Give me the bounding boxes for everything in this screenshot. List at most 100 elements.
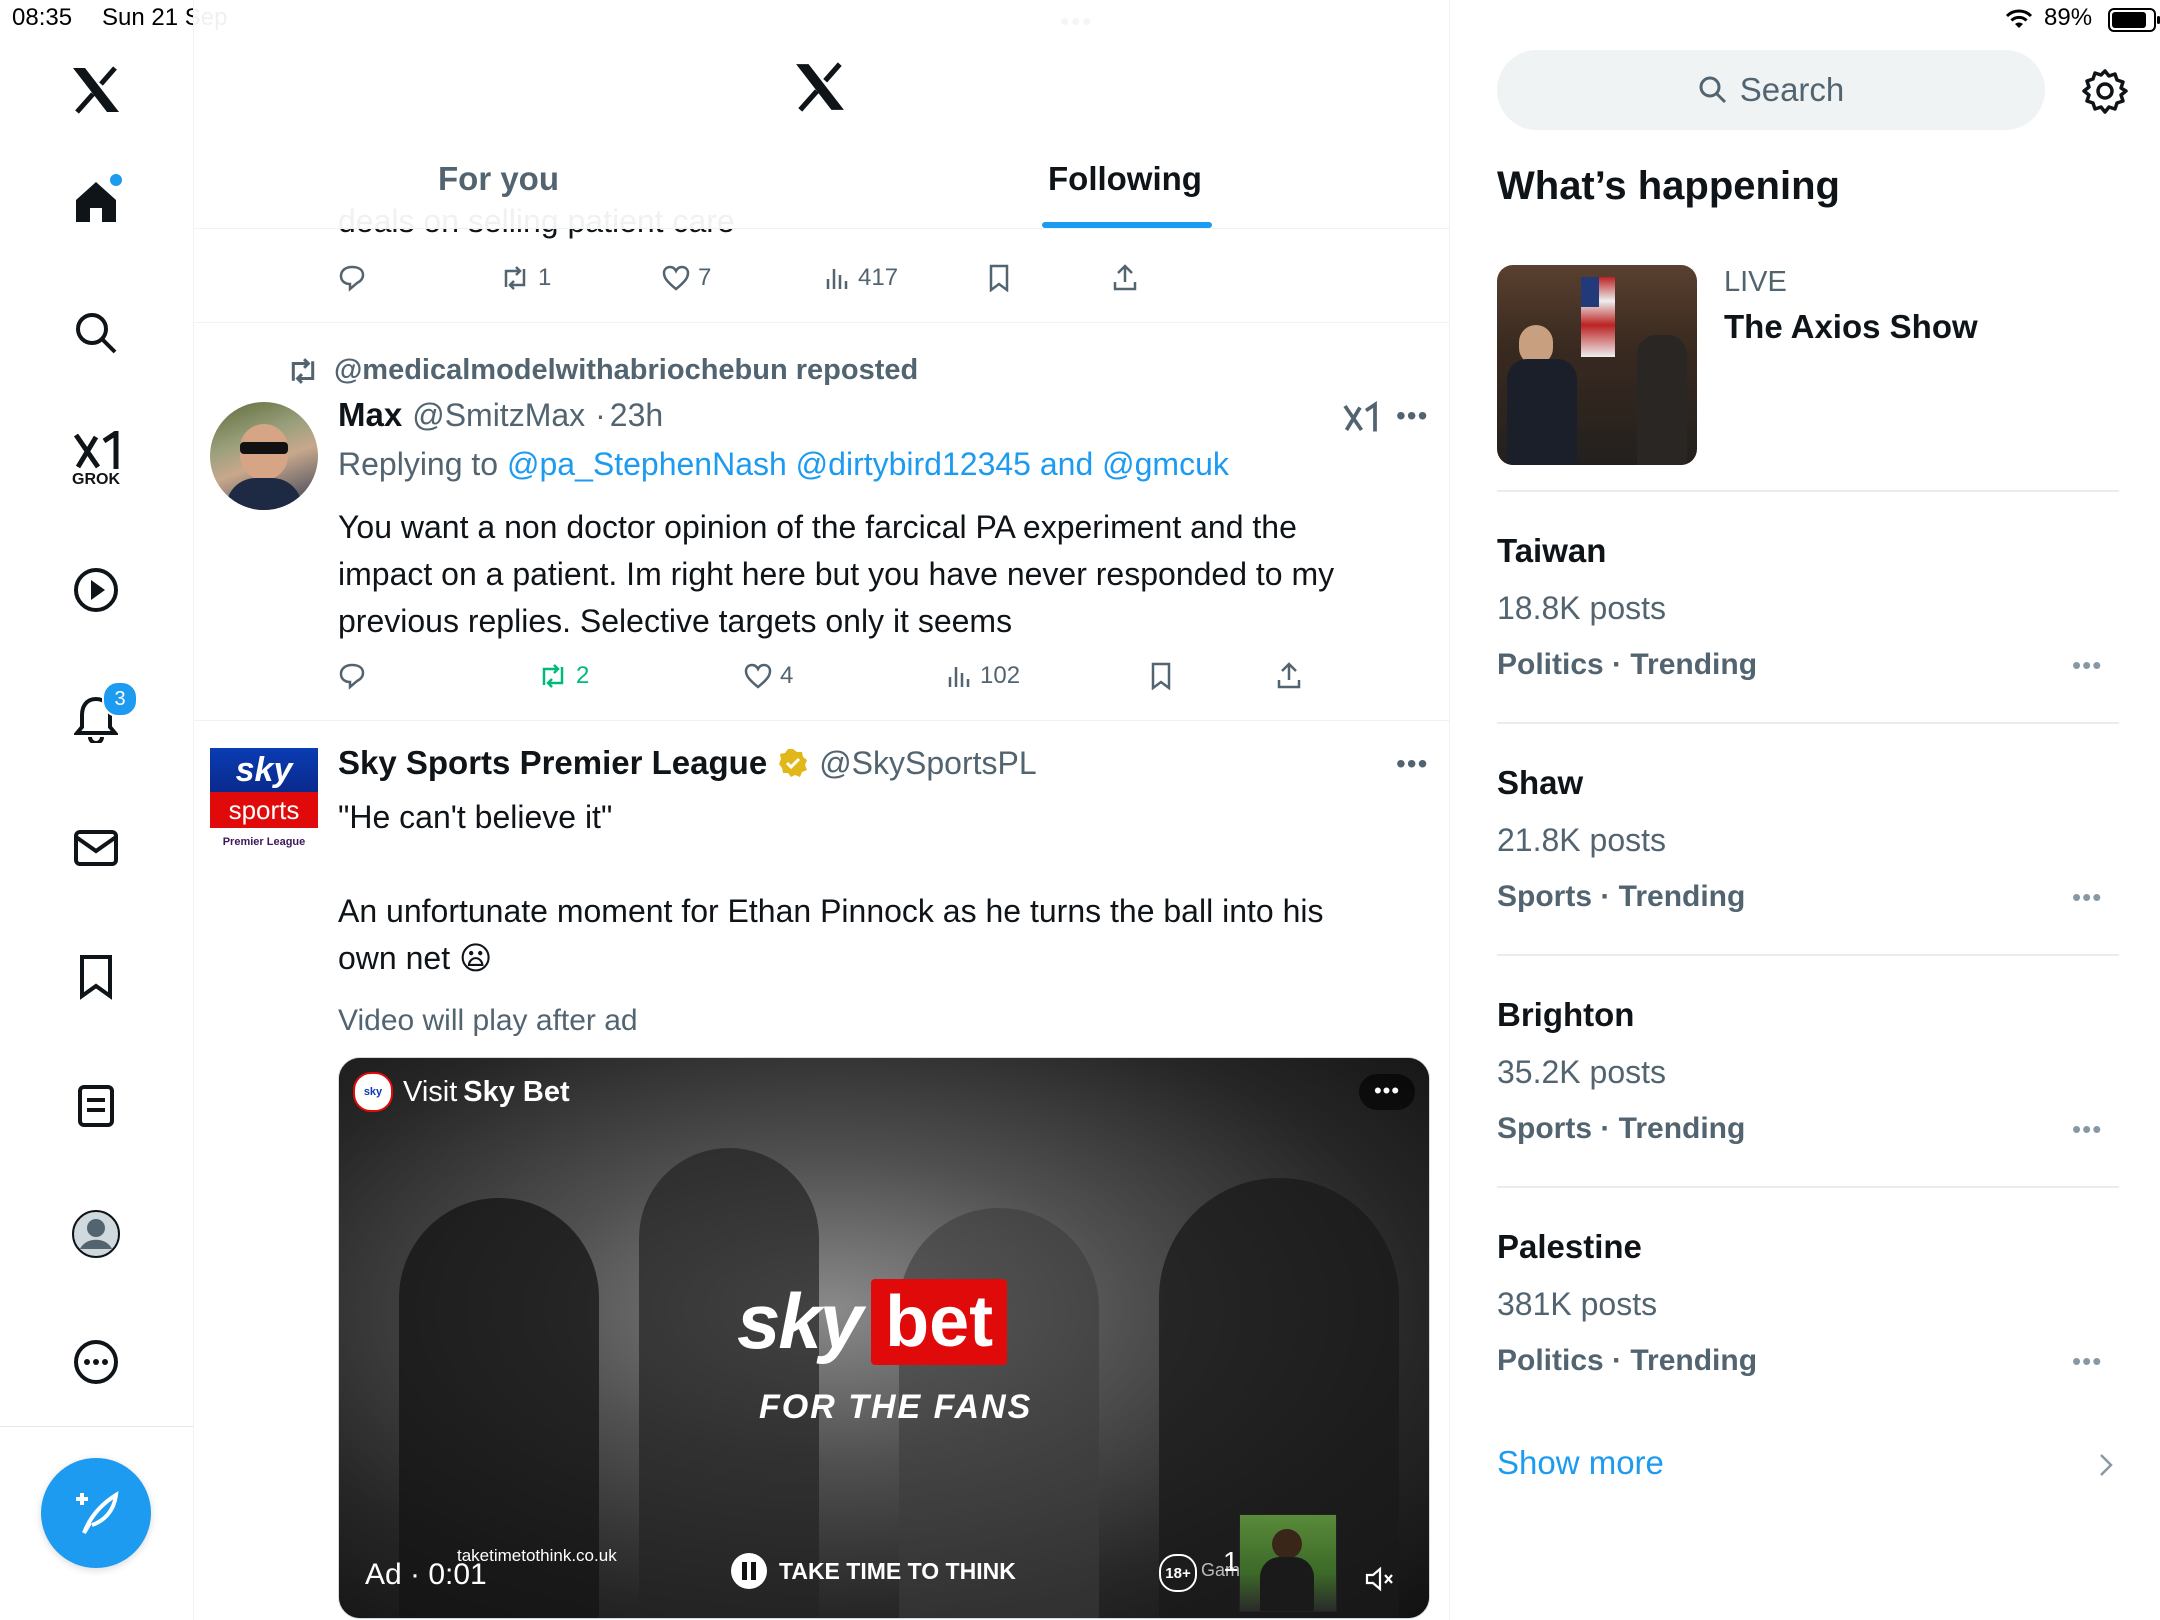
tweet-time[interactable]: 23h (610, 397, 663, 434)
bell-icon[interactable]: 3 (60, 681, 138, 755)
visit-sky-bet-link[interactable]: sky Visit Sky Bet (353, 1072, 570, 1112)
trend-category: Politics · Trending (1497, 1344, 1758, 1377)
compose-button[interactable] (41, 1458, 151, 1568)
take-time-text: TAKE TIME TO THINK (779, 1557, 1016, 1584)
more-options-icon[interactable]: ••• (1396, 748, 1428, 780)
views-count: 417 (858, 264, 899, 291)
views-count: 102 (980, 662, 1021, 689)
like-button[interactable]: 4 (744, 662, 793, 690)
grok-icon[interactable]: GROK (60, 424, 132, 496)
repost-count: 1 (538, 264, 552, 291)
repost-button[interactable]: 1 (500, 264, 551, 292)
mail-icon[interactable] (60, 812, 132, 884)
trend-more-icon[interactable]: ••• (2072, 882, 2102, 913)
partial-tweet-actions: 1 7 417 (194, 264, 1449, 304)
tweet2-header: Sky Sports Premier League @SkySportsPL (338, 744, 1037, 782)
grok-label: GROK (72, 471, 120, 488)
repost-button[interactable]: 2 (538, 662, 589, 690)
battery-icon (2108, 8, 2160, 32)
search-input[interactable]: Search (1497, 50, 2045, 130)
notification-badge: 3 (102, 681, 138, 717)
tweet-text-line: You want a non doctor opinion of the far… (338, 509, 1297, 545)
trend-category: Sports · Trending (1497, 1112, 1746, 1145)
trend-divider (1497, 722, 2119, 724)
more-icon[interactable] (60, 1326, 132, 1398)
tweet1-header: Max @SmitzMax · 23h (338, 396, 663, 434)
pause-control[interactable]: TAKE TIME TO THINK (729, 1551, 1016, 1591)
video-player[interactable]: sky Visit Sky Bet ••• sky bet FOR THE FA… (338, 1057, 1430, 1619)
tweet-text-span: own net (338, 940, 451, 976)
trend-category: Politics · Trending (1497, 648, 1758, 681)
replying-handles[interactable]: @pa_StephenNash @dirtybird12345 and @gmc… (507, 446, 1229, 482)
author-handle[interactable]: @SmitzMax (412, 397, 585, 434)
trend-more-icon[interactable]: ••• (2072, 1346, 2102, 1377)
avatar[interactable]: sky sports Premier League (210, 748, 318, 856)
bookmark-icon[interactable] (60, 941, 132, 1013)
reply-icon (339, 265, 365, 292)
heart-icon (744, 663, 772, 689)
views-button[interactable]: 102 (946, 662, 1020, 690)
wifi-icon (2005, 9, 2033, 28)
tweet-text-line: "He can't believe it" (338, 799, 613, 835)
trend-title[interactable]: Shaw (1497, 764, 1583, 802)
verified-badge-icon (779, 749, 808, 777)
views-button[interactable]: 417 (824, 264, 898, 292)
replying-to: Replying to @pa_StephenNash @dirtybird12… (338, 446, 1229, 483)
x-header-logo-icon[interactable] (794, 62, 846, 117)
repost-icon (291, 357, 315, 384)
show-more-link[interactable]: Show more (1497, 1444, 1664, 1482)
share-button[interactable] (1112, 264, 1138, 292)
home-icon[interactable] (60, 166, 132, 238)
bookmark-icon (989, 264, 1009, 292)
pause-icon (731, 1553, 767, 1589)
timeline: deals on selling patient care 1 7 417 @m… (194, 0, 1450, 1620)
trend-count: 18.8K posts (1497, 590, 1666, 626)
reply-button[interactable] (338, 264, 366, 292)
bookmark-button[interactable] (1150, 662, 1172, 690)
trend-title[interactable]: Taiwan (1497, 532, 1606, 570)
grok-small-icon[interactable] (1342, 400, 1378, 441)
repost-count: 2 (576, 662, 590, 689)
bookmark-icon (1151, 662, 1171, 690)
reply-button[interactable] (338, 662, 366, 690)
trend-title[interactable]: Brighton (1497, 996, 1634, 1034)
trend-more-icon[interactable]: ••• (2072, 1114, 2102, 1145)
avatar-icon[interactable] (60, 1198, 132, 1270)
author-name[interactable]: Max (338, 396, 402, 434)
gear-icon[interactable] (2082, 68, 2128, 114)
trend-category: Sports · Trending (1497, 880, 1746, 913)
avatar-sports-text: sports (210, 792, 318, 828)
author-name[interactable]: Sky Sports Premier League (338, 744, 767, 782)
mute-icon[interactable] (1365, 1566, 1395, 1592)
live-thumbnail[interactable] (1497, 265, 1697, 465)
age-badge: 18+ (1159, 1554, 1197, 1592)
nav-divider (0, 1426, 193, 1427)
ad-site: taketimetothink.co.uk (457, 1546, 617, 1565)
trend-divider (1497, 954, 2119, 956)
tab-for-you[interactable]: For you (438, 160, 559, 198)
avatar-pl-text: Premier League (222, 836, 306, 848)
more-options-icon[interactable]: ••• (1396, 400, 1428, 432)
logo-sky: sky (737, 1277, 863, 1365)
search-icon[interactable] (60, 297, 132, 369)
trend-title[interactable]: Palestine (1497, 1228, 1642, 1266)
like-button[interactable]: 7 (662, 264, 711, 292)
repost-by[interactable]: @medicalmodelwithabriochebun reposted (334, 354, 918, 387)
like-count: 7 (698, 264, 712, 291)
live-title[interactable]: The Axios Show (1724, 308, 1978, 346)
chevron-right-icon (2100, 1454, 2113, 1476)
tab-following[interactable]: Following (1048, 160, 1202, 198)
video-thumbnail[interactable] (1239, 1514, 1337, 1612)
visit-brand: Sky Bet (463, 1075, 570, 1108)
play-icon[interactable] (60, 554, 132, 626)
author-handle[interactable]: @SkySportsPL (819, 745, 1036, 782)
video-note: Video will play after ad (338, 1004, 638, 1037)
share-button[interactable] (1276, 662, 1302, 690)
avatar[interactable] (210, 402, 318, 510)
bookmark-button[interactable] (988, 264, 1010, 292)
trend-more-icon[interactable]: ••• (2072, 650, 2102, 681)
x-logo-icon[interactable] (60, 54, 132, 126)
list-icon[interactable] (60, 1070, 132, 1142)
video-more-icon[interactable]: ••• (1359, 1074, 1415, 1110)
visit-prefix: Visit (403, 1075, 458, 1108)
